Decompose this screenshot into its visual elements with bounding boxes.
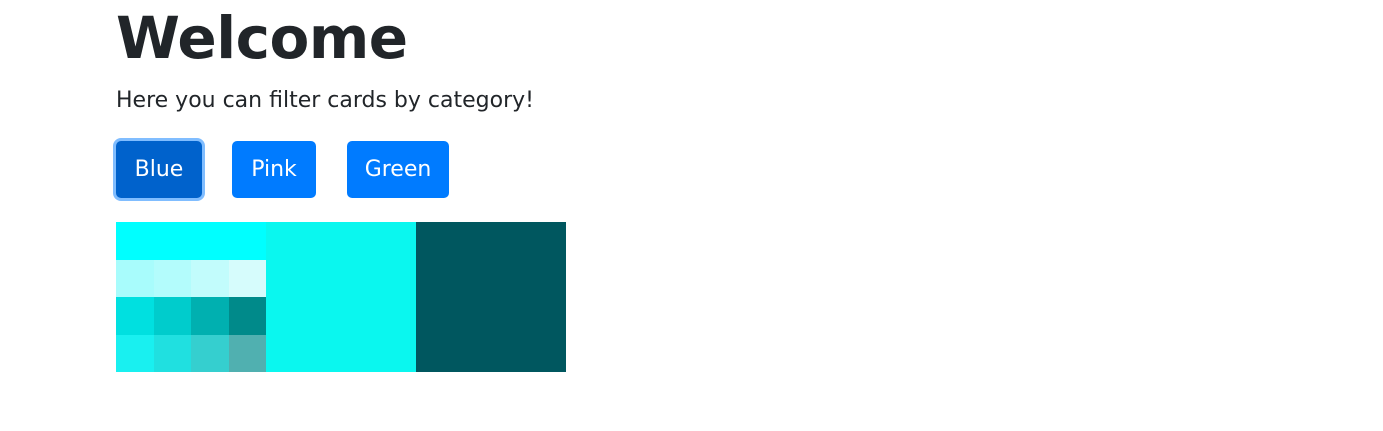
swatch-cell: [153, 334, 191, 372]
swatch-cell: [116, 260, 154, 298]
swatch-cell: [191, 297, 229, 335]
dark-teal-card[interactable]: [416, 222, 566, 372]
swatch-cell: [191, 334, 229, 372]
swatch-cell: [153, 297, 191, 335]
swatch-cell: [116, 297, 154, 335]
card-list: [116, 222, 566, 372]
swatch-grid: [116, 260, 266, 372]
swatch-cell: [116, 334, 154, 372]
filter-pink-button[interactable]: Pink: [232, 141, 316, 198]
filter-blue-button[interactable]: Blue: [116, 141, 202, 198]
swatch-cell: [228, 260, 266, 298]
swatch-cell: [228, 297, 266, 335]
cyan-swatch-card[interactable]: [116, 222, 266, 372]
page-title: Welcome: [116, 4, 408, 72]
main-container: Welcome Here you can filter cards by cat…: [116, 0, 1266, 372]
swatch-cell: [191, 260, 229, 298]
page-subtitle: Here you can filter cards by category!: [116, 88, 534, 113]
turquoise-card[interactable]: [266, 222, 416, 372]
filter-green-button[interactable]: Green: [347, 141, 449, 198]
swatch-cell: [228, 334, 266, 372]
swatch-cell: [153, 260, 191, 298]
